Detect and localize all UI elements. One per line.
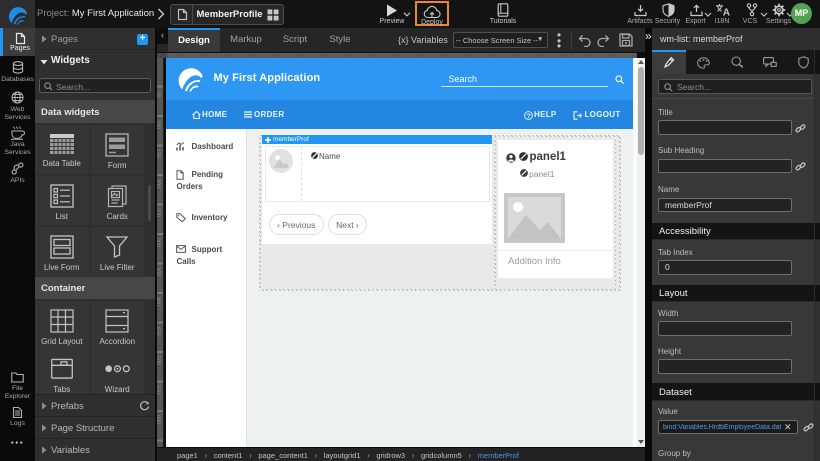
svg-text:?: ? <box>526 112 530 119</box>
svg-text:A: A <box>723 8 730 18</box>
